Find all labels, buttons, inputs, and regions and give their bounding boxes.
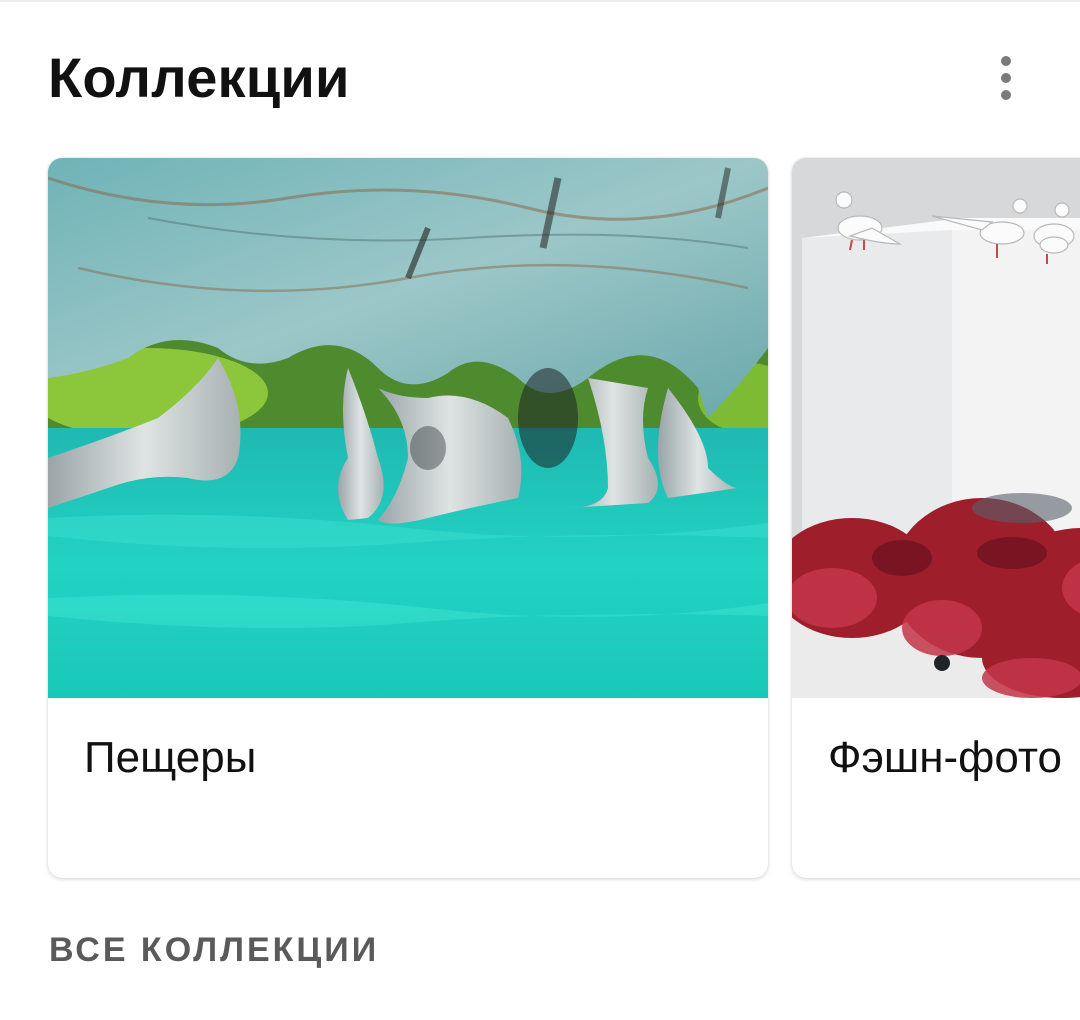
collection-cover-image xyxy=(792,158,1080,698)
section-header: Коллекции xyxy=(48,42,1040,122)
fashion-photo xyxy=(792,158,1080,698)
collection-card-label: Фэшн-фото xyxy=(828,733,1062,782)
collections-section: Коллекции Пещеры Фэшн-фото ВСЕ КОЛЛЕКЦИИ xyxy=(0,0,1080,1020)
cave-photo xyxy=(48,158,768,698)
collection-card-fashion[interactable]: Фэшн-фото xyxy=(792,158,1080,878)
all-collections-link[interactable]: ВСЕ КОЛЛЕКЦИИ xyxy=(49,928,379,972)
more-menu-button[interactable] xyxy=(982,50,1030,106)
collection-card-label: Пещеры xyxy=(84,733,257,782)
more-vertical-icon-dot xyxy=(1001,90,1011,100)
collection-cover-image xyxy=(48,158,768,698)
collections-carousel[interactable]: Пещеры Фэшн-фото xyxy=(48,158,1080,878)
collection-card-caves[interactable]: Пещеры xyxy=(48,158,768,878)
section-title: Коллекции xyxy=(48,46,350,109)
more-vertical-icon-dot xyxy=(1001,73,1011,83)
more-vertical-icon xyxy=(1001,56,1011,66)
